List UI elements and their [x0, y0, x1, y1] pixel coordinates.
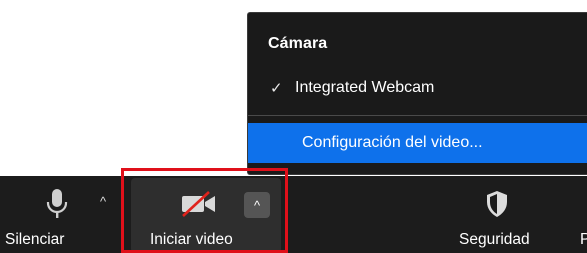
menu-header-camera: Cámara: [268, 35, 328, 52]
meeting-toolbar: ^ Silenciar ^ Iniciar video Seguridad P: [0, 176, 587, 253]
menu-item-integrated-webcam[interactable]: ✓ Integrated Webcam: [248, 71, 587, 105]
menu-item-label: Integrated Webcam: [295, 79, 435, 96]
participants-button[interactable]: P: [578, 176, 587, 253]
participants-label: P: [580, 231, 587, 248]
camera-menu: Cámara ✓ Integrated Webcam Configuración…: [247, 12, 587, 175]
checkmark-icon: ✓: [270, 80, 283, 97]
security-button[interactable]: Seguridad: [455, 176, 555, 253]
chevron-up-icon[interactable]: ^: [100, 194, 106, 209]
menu-divider: [248, 115, 587, 116]
video-off-icon: [180, 190, 218, 223]
menu-item-video-settings[interactable]: Configuración del video...: [248, 123, 587, 163]
security-label: Seguridad: [459, 231, 530, 248]
start-video-button[interactable]: ^ Iniciar video: [125, 176, 287, 253]
video-options-button[interactable]: ^: [244, 192, 270, 218]
start-video-label: Iniciar video: [150, 231, 233, 248]
menu-item-label: Configuración del video...: [302, 134, 483, 151]
microphone-icon: [44, 188, 70, 225]
mute-label: Silenciar: [5, 231, 65, 248]
mute-button[interactable]: ^ Silenciar: [0, 176, 120, 253]
shield-icon: [485, 190, 509, 223]
